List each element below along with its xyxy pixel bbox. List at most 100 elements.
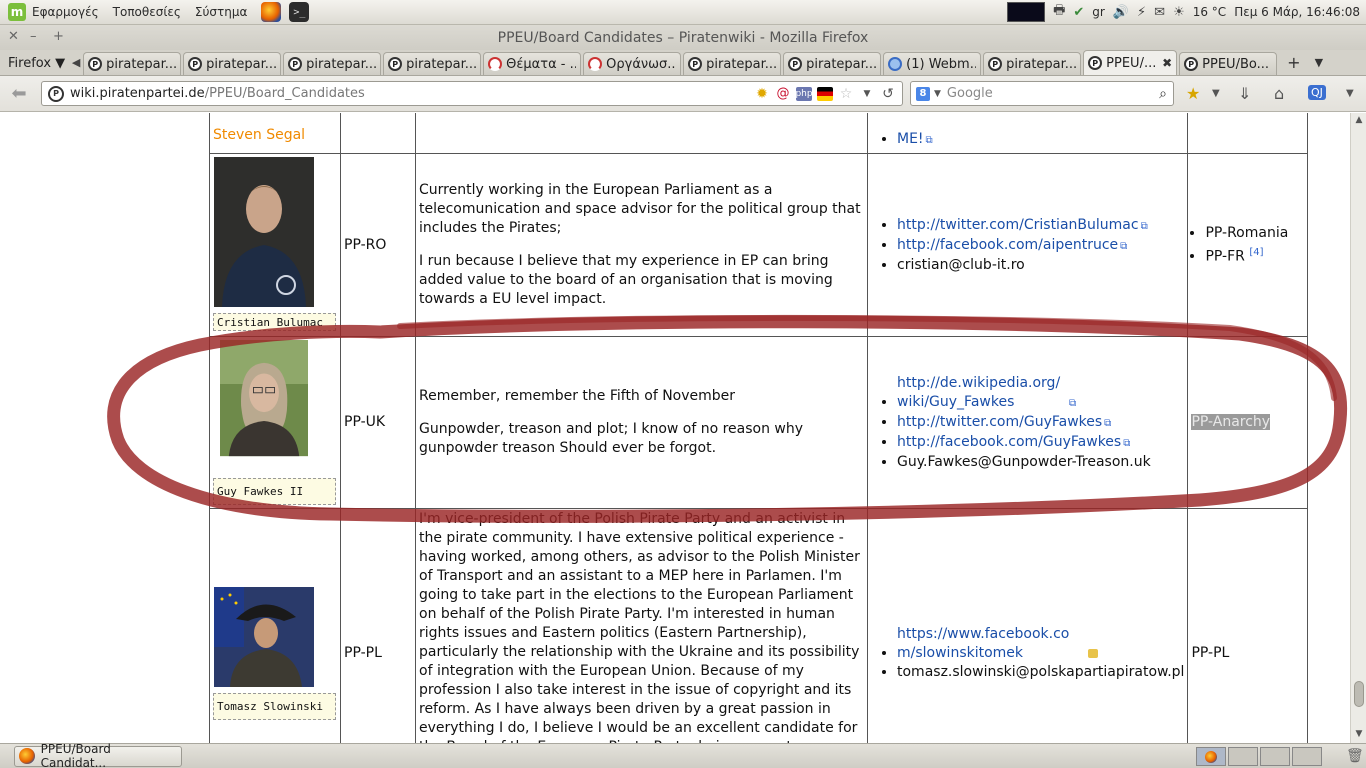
mail-envelope-icon[interactable]: ✉ (1154, 5, 1165, 20)
google-engine-icon[interactable]: 8 (916, 86, 930, 101)
url-bar[interactable]: P wiki.piratenpartei.de/PPEU/Board_Candi… (41, 81, 903, 106)
os-menu-applications[interactable]: Εφαρμογές (32, 5, 99, 19)
tab[interactable]: Ppiratepar... (983, 52, 1082, 75)
temperature[interactable]: 16 °C (1193, 5, 1226, 19)
table-row: Guy Fawkes II PP-UK Remember, remember t… (209, 336, 1309, 509)
reload-icon[interactable]: ↺ (880, 86, 896, 102)
candidate-name[interactable]: Steven Segal (213, 127, 305, 143)
minimize-window-icon[interactable]: – (30, 29, 37, 44)
search-input[interactable]: Google (947, 86, 993, 101)
search-icon[interactable]: ⌕ (1159, 86, 1167, 102)
list-item: PP-FR [4] (1205, 243, 1304, 267)
os-menu-system[interactable]: Σύστημα (195, 5, 248, 19)
tab[interactable]: Ppiratepar... (183, 52, 282, 75)
firefox-launcher-icon[interactable] (261, 2, 282, 22)
sun-addon-icon[interactable]: ✹ (754, 86, 770, 102)
tab-active[interactable]: P PPEU/... ✖ (1083, 50, 1178, 75)
tab[interactable]: Ppiratepar... (83, 52, 182, 75)
os-menu-places[interactable]: Τοποθεσίες (113, 5, 181, 19)
tab-label: Θέματα - ... (506, 56, 577, 72)
scrollbar-thumb[interactable] (1354, 681, 1364, 707)
site-favicon-icon[interactable]: P (48, 85, 64, 102)
url-text[interactable]: wiki.piratenpartei.de/PPEU/Board_Candida… (70, 86, 365, 101)
php-addon-icon[interactable]: php (795, 86, 813, 101)
party-cell: PP-UK (340, 336, 416, 509)
tab-label: piratepar... (306, 56, 377, 72)
table-row: Steven Segal ME!⧉ (209, 113, 1309, 154)
supporter-selected[interactable]: PP-Anarchy (1191, 414, 1271, 430)
scroll-up-icon[interactable]: ▲ (1353, 115, 1365, 127)
tab-list-icon[interactable]: ▼ (1315, 56, 1323, 69)
close-window-icon[interactable]: ✕ (8, 29, 19, 44)
table-row: Cristian Bulumac PP-RO Currently working… (209, 153, 1309, 337)
twitter-link[interactable]: http://twitter.com/GuyFawkes (897, 414, 1102, 430)
url-path: /PPEU/Board_Candidates (204, 86, 365, 101)
footnote-link[interactable]: [4] (1249, 247, 1263, 258)
list-item: http://facebook.com/GuyFawkes⧉ (897, 433, 1184, 453)
tab-scroll-left-icon[interactable]: ◀ (69, 56, 83, 69)
supporter: PP-FR (1205, 248, 1245, 265)
german-flag-icon[interactable] (817, 86, 833, 101)
email-text: cristian@club-it.ro (897, 256, 1025, 273)
tab-label: piratepar... (406, 56, 477, 72)
quickjava-addon-icon[interactable]: QJ (1308, 85, 1326, 100)
trash-icon[interactable]: 🗑 (1346, 748, 1364, 764)
home-icon[interactable]: ⌂ (1274, 84, 1284, 103)
download-arrow-icon[interactable]: ⇓ (1238, 84, 1251, 103)
search-bar[interactable]: 8 ▼ Google ⌕ (910, 81, 1174, 106)
clock[interactable]: Πεμ 6 Μάρ, 16:46:08 (1234, 5, 1360, 19)
weather-icon[interactable]: ☀ (1173, 5, 1185, 20)
taskbar-window-button[interactable]: PPEU/Board Candidat... (14, 742, 182, 768)
debian-addon-icon[interactable]: @ (775, 86, 791, 101)
network-icon[interactable]: ⚡ (1137, 5, 1146, 20)
wikipedia-link[interactable]: http://de.wikipedia.org/wiki/Guy_Fawkes (897, 374, 1067, 412)
twitter-link[interactable]: http://twitter.com/CristianBulumac (897, 217, 1139, 233)
tab[interactable]: P PPEU/Bo... (1179, 52, 1278, 75)
shield-update-icon[interactable]: ✔ (1073, 5, 1084, 20)
tab[interactable]: Θέματα - ... (483, 52, 582, 75)
workspace-2[interactable] (1228, 747, 1258, 766)
supporter: PP-Romania (1205, 224, 1289, 241)
workspace-4[interactable] (1292, 747, 1322, 766)
tab[interactable]: Ppiratepar... (683, 52, 782, 75)
page-content: Steven Segal ME!⧉ Cristian (0, 113, 1350, 743)
terminal-launcher-icon[interactable]: >_ (289, 2, 310, 22)
system-monitor-graph (1007, 2, 1046, 22)
list-item: tomasz.slowinski@polskapartiapiratow.pl (897, 663, 1184, 682)
url-dropdown-icon[interactable]: ▼ (859, 87, 875, 101)
maximize-window-icon[interactable]: + (53, 29, 64, 44)
tab[interactable]: Ppiratepar... (783, 52, 882, 75)
scroll-down-icon[interactable]: ▼ (1353, 729, 1365, 741)
tab[interactable]: (1) Webm... (883, 52, 982, 75)
back-arrow-icon[interactable]: ⬅ (6, 81, 32, 107)
facebook-link[interactable]: http://facebook.com/aipentruce (897, 237, 1118, 253)
description-paragraph: I run because I believe that my experien… (419, 253, 833, 307)
engine-dropdown-icon[interactable]: ▼ (934, 89, 941, 99)
external-link[interactable]: ME! (897, 131, 924, 147)
bookmarks-dropdown-icon[interactable]: ▼ (1212, 88, 1220, 99)
mint-menu-icon[interactable]: m (8, 3, 26, 21)
tab[interactable]: Οργάνωσ... (583, 52, 682, 75)
toolbar-overflow-icon[interactable]: ▼ (1346, 88, 1354, 99)
facebook-link[interactable]: http://facebook.com/GuyFawkes (897, 434, 1121, 450)
firefox-menu-button[interactable]: Firefox ▼ (0, 51, 69, 75)
bottom-taskbar: PPEU/Board Candidat... 🗑 (0, 742, 1366, 768)
tab-bar: Firefox ▼ ◀ Ppiratepar... Ppiratepar... Pp… (0, 50, 1366, 76)
firefox-icon (1205, 751, 1217, 763)
page-scrollbar[interactable]: ▲ ▼ (1350, 113, 1366, 743)
bookmarks-star-icon[interactable]: ★ (1186, 84, 1200, 103)
window-title-bar[interactable]: ✕ – + PPEU/Board Candidates – Piratenwik… (0, 25, 1366, 50)
new-tab-icon[interactable]: + (1287, 53, 1300, 72)
tab-label: Οργάνωσ... (606, 56, 677, 72)
volume-icon[interactable]: 🔊 (1113, 5, 1129, 20)
supporter: PP-PL (1187, 508, 1309, 743)
tab[interactable]: Ppiratepar... (283, 52, 382, 75)
bookmark-star-icon[interactable]: ☆ (838, 86, 854, 102)
close-tab-icon[interactable]: ✖ (1162, 56, 1172, 70)
workspace-3[interactable] (1260, 747, 1290, 766)
printer-icon[interactable]: 🖶 (1053, 1, 1065, 23)
tab[interactable]: Ppiratepar... (383, 52, 482, 75)
workspace-1[interactable] (1196, 747, 1226, 766)
keyboard-layout[interactable]: gr (1092, 5, 1105, 19)
facebook-link[interactable]: https://www.facebook.com/slowinskitomek (897, 625, 1087, 663)
